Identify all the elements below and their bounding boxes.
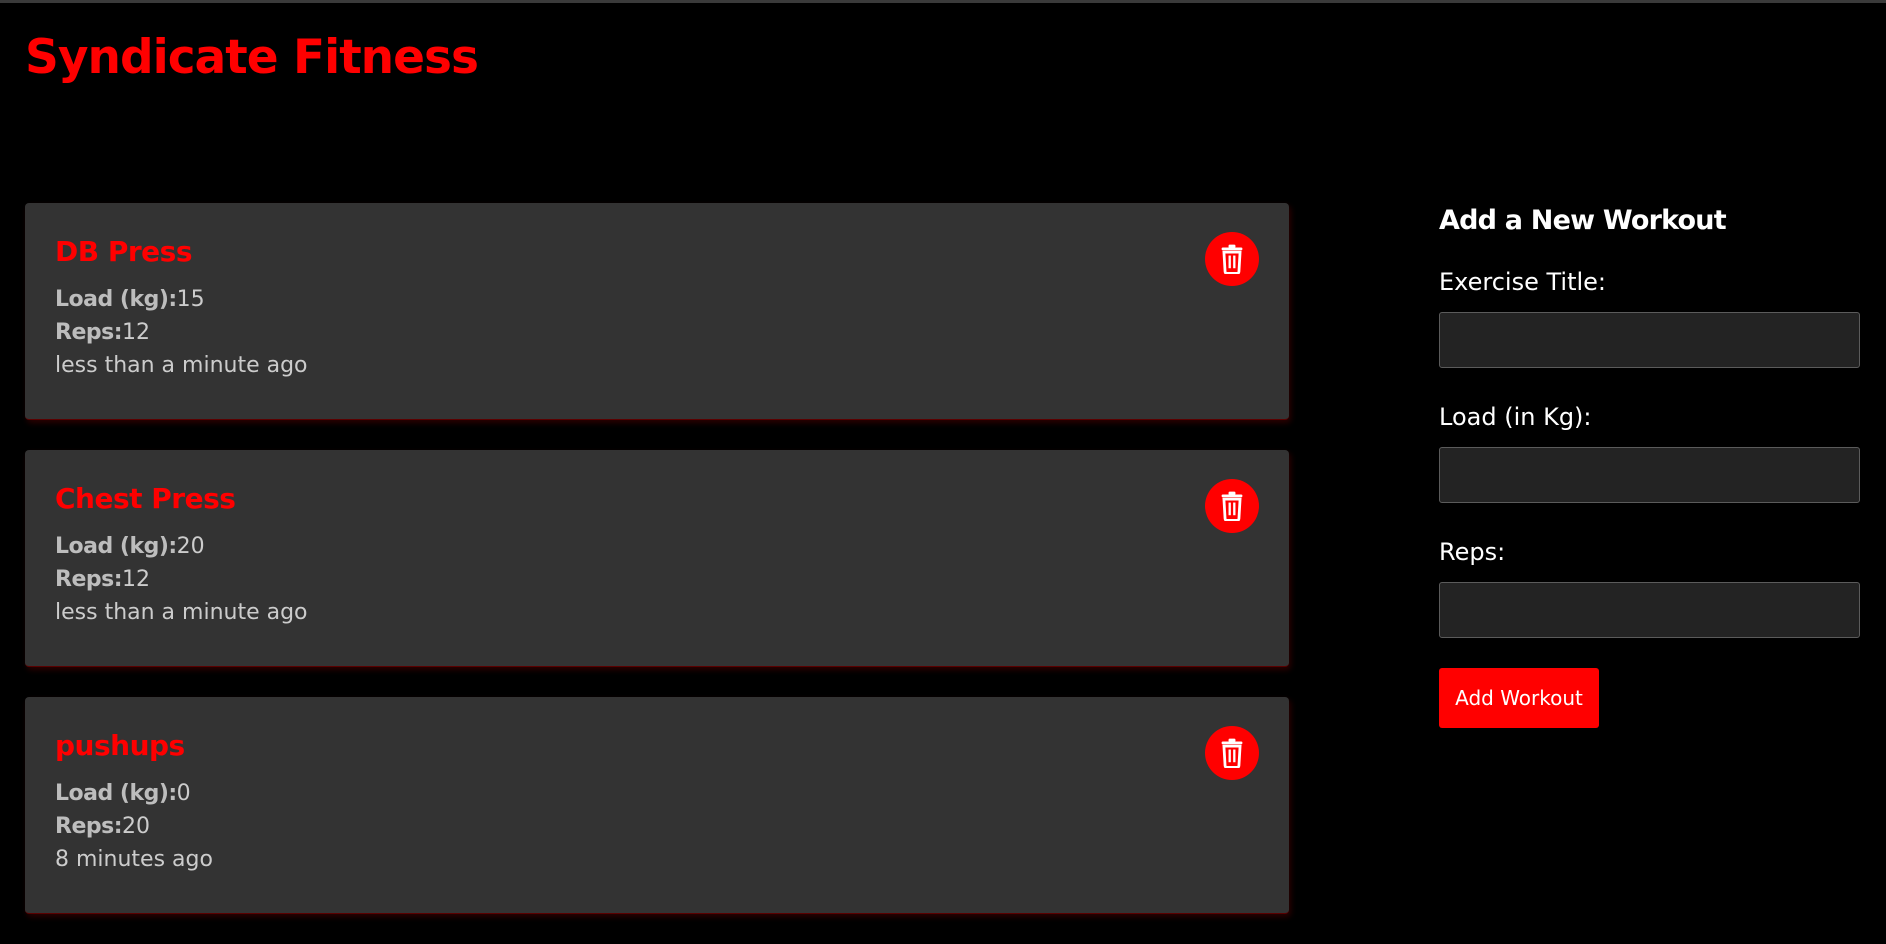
- app-title[interactable]: Syndicate Fitness: [25, 28, 479, 88]
- add-workout-button[interactable]: Add Workout: [1439, 668, 1599, 728]
- add-workout-form: Add a New Workout Exercise Title: Load (…: [1439, 200, 1861, 728]
- exercise-title-input[interactable]: [1439, 312, 1860, 368]
- reps-label: Reps:: [55, 320, 123, 345]
- load-label: Load (kg):: [55, 534, 177, 559]
- load-label: Load (kg):: [55, 287, 177, 312]
- load-input[interactable]: [1439, 447, 1860, 503]
- workout-reps: Reps:20: [55, 810, 1259, 843]
- workout-reps: Reps:12: [55, 316, 1259, 349]
- workout-time: 8 minutes ago: [55, 847, 213, 872]
- form-heading: Add a New Workout: [1439, 205, 1727, 236]
- load-value: 20: [176, 534, 205, 559]
- workout-load: Load (kg):20: [55, 530, 1259, 563]
- load-value: 15: [176, 287, 205, 312]
- reps-label: Reps:: [55, 814, 123, 839]
- exercise-title-label: Exercise Title:: [1439, 268, 1607, 296]
- reps-value: 12: [122, 320, 151, 345]
- reps-label: Reps:: [55, 567, 123, 592]
- trash-icon: [1221, 244, 1243, 274]
- workout-list: DB Press Load (kg):15 Reps:12 less than …: [25, 203, 1289, 944]
- workout-title: DB Press: [55, 235, 192, 268]
- reps-value: 20: [122, 814, 151, 839]
- workout-reps: Reps:12: [55, 563, 1259, 596]
- delete-workout-button[interactable]: [1205, 232, 1259, 286]
- workout-title: pushups: [55, 729, 185, 762]
- delete-workout-button[interactable]: [1205, 726, 1259, 780]
- workout-card: Chest Press Load (kg):20 Reps:12 less th…: [25, 450, 1289, 667]
- load-label: Load (in Kg):: [1439, 403, 1592, 431]
- load-value: 0: [176, 781, 191, 806]
- reps-label: Reps:: [1439, 538, 1506, 566]
- workout-load: Load (kg):15: [55, 283, 1259, 316]
- workout-card: DB Press Load (kg):15 Reps:12 less than …: [25, 203, 1289, 420]
- top-border: [0, 0, 1886, 3]
- workout-time: less than a minute ago: [55, 600, 308, 625]
- load-label: Load (kg):: [55, 781, 177, 806]
- workout-title: Chest Press: [55, 482, 236, 515]
- trash-icon: [1221, 491, 1243, 521]
- reps-value: 12: [122, 567, 151, 592]
- workout-load: Load (kg):0: [55, 777, 1259, 810]
- workout-card: pushups Load (kg):0 Reps:20 8 minutes ag…: [25, 697, 1289, 914]
- workout-time: less than a minute ago: [55, 353, 308, 378]
- delete-workout-button[interactable]: [1205, 479, 1259, 533]
- reps-input[interactable]: [1439, 582, 1860, 638]
- trash-icon: [1221, 738, 1243, 768]
